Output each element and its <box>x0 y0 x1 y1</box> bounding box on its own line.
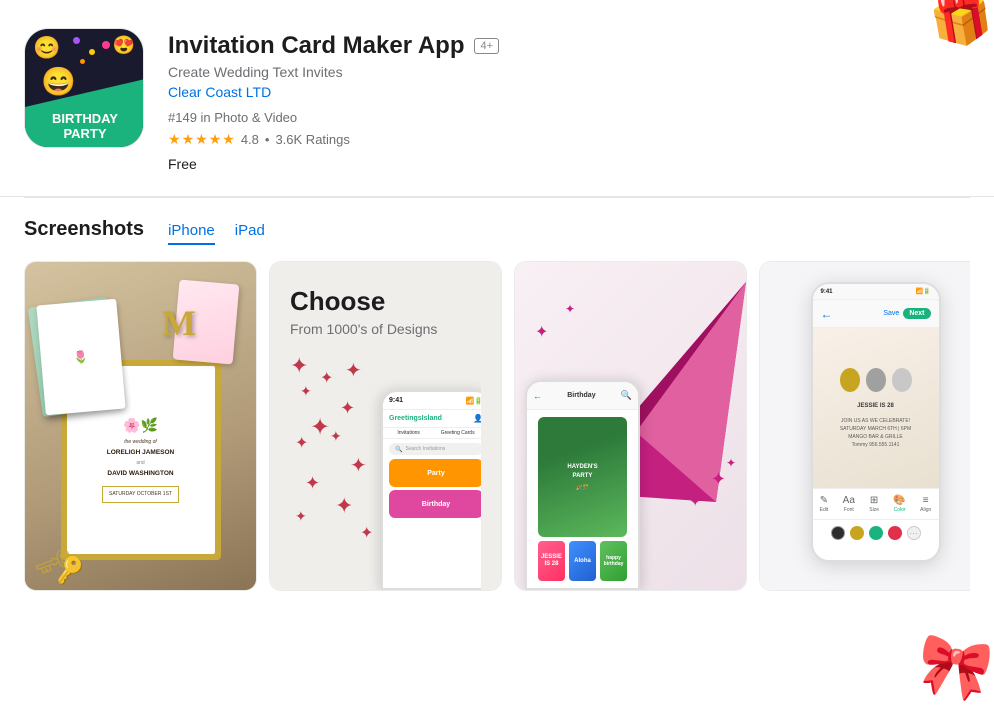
tab-iphone[interactable]: iPhone <box>168 222 215 245</box>
pm4-back-button[interactable]: ← <box>821 307 833 321</box>
pm4-tool-size[interactable]: ⊞ Size <box>869 495 879 513</box>
font-label: Font <box>844 507 854 513</box>
pm4-save-button[interactable]: Save <box>883 308 899 319</box>
screenshot-3-bg: ✦ ✦ ✦ ← Birthday 🔍 HAYDEN'SPARTY <box>515 262 746 590</box>
screenshots-header: Screenshots iPhone iPad <box>24 218 970 245</box>
pm3-header: ← Birthday 🔍 <box>527 382 638 410</box>
pm4-tool-edit[interactable]: ✎ Edit <box>820 495 829 513</box>
star-5: ★ <box>222 131 235 148</box>
screenshot-4-bg: 🎁 9:41 📶🔋 ← Save Next <box>760 262 970 590</box>
star-2: ★ <box>182 131 195 148</box>
star-4: ★ <box>209 131 222 148</box>
app-subtitle: Create Wedding Text Invites <box>168 64 970 80</box>
rating-count: • <box>265 132 270 147</box>
rating-row: ★ ★ ★ ★ ★ 4.8 • 3.6K Ratings <box>168 131 970 148</box>
app-icon-text: BIRTHDAYPARTY <box>52 112 118 141</box>
pm4-time: 9:41 <box>821 289 833 295</box>
app-title-row: Invitation Card Maker App 4+ <box>168 32 970 60</box>
price-label: Free <box>168 156 970 172</box>
star-1: ★ <box>168 131 181 148</box>
screenshot-4: 🎁 9:41 📶🔋 ← Save Next <box>759 261 970 591</box>
phone-mockup-3: ← Birthday 🔍 HAYDEN'SPARTY 🎉🎊 <box>525 380 640 590</box>
phone-card-birthday: Birthday <box>389 490 481 518</box>
card-birthday-label: Birthday <box>422 501 450 508</box>
phone-tab-row: Invitations Greeting Cards <box>383 428 481 439</box>
phone-tab-greeting[interactable]: Greeting Cards <box>441 430 475 436</box>
size-label: Size <box>869 507 879 513</box>
pm4-event-name: JESSIE IS 28 <box>857 402 894 411</box>
device-tabs: iPhone iPad <box>168 222 265 245</box>
rating-count-value: 3.6K Ratings <box>275 132 349 147</box>
pm4-topbar: ← Save Next <box>813 300 939 328</box>
star-3: ★ <box>195 131 208 148</box>
align-label: Align <box>920 507 931 513</box>
pm3-event-name: HAYDEN'SPARTY <box>567 463 597 481</box>
color-red[interactable] <box>888 526 902 540</box>
pm4-color-row: ··· <box>813 520 939 546</box>
ss2-choose-title: Choose <box>290 286 481 317</box>
phone-tab-invitations[interactable]: Invitations <box>397 430 420 436</box>
pm4-balloons <box>840 368 912 392</box>
color-teal[interactable] <box>869 526 883 540</box>
app-icon-wrapper: 😊 😍 😄 BIRTHDAYPARTY <box>24 28 144 148</box>
font-icon: Aa <box>843 495 855 506</box>
app-header: 😊 😍 😄 BIRTHDAYPARTY Invitation Card Make… <box>0 0 994 197</box>
color-dark[interactable] <box>831 526 845 540</box>
pm4-tool-color[interactable]: 🎨 Color <box>893 495 905 513</box>
phone-app-header: GreetingsIsland 👤 <box>383 410 481 428</box>
pm4-tool-font[interactable]: Aa Font <box>843 495 855 513</box>
phone-search-placeholder: Search Invitations <box>405 446 445 452</box>
emoji-icon-1: 😊 <box>33 35 60 61</box>
star-rating: ★ ★ ★ ★ ★ <box>168 131 235 148</box>
developer-link[interactable]: Clear Coast LTD <box>168 84 970 100</box>
balloon-gray <box>866 368 886 392</box>
emoji-icon-2: 😍 <box>113 35 135 56</box>
screenshot-1: 🌸🌿 the wedding of LORELIGH JAMESON and D… <box>24 261 257 591</box>
phone-mockup-4: 9:41 📶🔋 ← Save Next <box>811 282 941 562</box>
app-icon: 😊 😍 😄 BIRTHDAYPARTY <box>24 28 144 148</box>
color-more[interactable]: ··· <box>907 526 921 540</box>
age-rating-badge: 4+ <box>474 38 499 54</box>
app-ranking: #149 in Photo & Video <box>168 110 970 125</box>
screenshot-2-bg: Choose From 1000's of Designs ✦ ✦ ✦ ✦ ✦ … <box>270 262 501 590</box>
screenshot-1-bg: 🌸🌿 the wedding of LORELIGH JAMESON and D… <box>25 262 256 590</box>
phone-search-bar[interactable]: 🔍 Search Invitations <box>389 443 481 455</box>
screenshot-3: ✦ ✦ ✦ ← Birthday 🔍 HAYDEN'SPARTY <box>514 261 747 591</box>
size-icon: ⊞ <box>870 495 878 506</box>
emoji-icon-3: 😄 <box>41 65 76 98</box>
screenshots-section: Screenshots iPhone iPad 🌸🌿 the <box>0 198 994 607</box>
phone-status-bar: 9:41 📶🔋 <box>383 392 481 410</box>
phone-cards: Party Birthday <box>383 459 481 518</box>
app-info: Invitation Card Maker App 4+ Create Wedd… <box>168 28 970 172</box>
status-time: 9:41 <box>389 397 403 404</box>
edit-icon: ✎ <box>820 495 828 506</box>
balloon-gold <box>840 368 860 392</box>
screenshot-2: Choose From 1000's of Designs ✦ ✦ ✦ ✦ ✦ … <box>269 261 502 591</box>
ss2-choose-subtitle: From 1000's of Designs <box>290 321 481 337</box>
rating-number: 4.8 <box>241 132 259 147</box>
pm3-card-preview: HAYDEN'SPARTY 🎉🎊 <box>538 417 627 537</box>
pm4-canvas: JESSIE IS 28 JOIN US AS WE CELEBRATE! SA… <box>813 328 939 488</box>
edit-label: Edit <box>820 507 829 513</box>
pm3-category-title: Birthday <box>567 392 595 399</box>
color-gold[interactable] <box>850 526 864 540</box>
card-party-label: Party <box>427 470 445 477</box>
color-icon: 🎨 <box>893 495 905 506</box>
app-title: Invitation Card Maker App <box>168 32 464 60</box>
phone-card-party: Party <box>389 459 481 487</box>
pm4-event-details: JOIN US AS WE CELEBRATE! SATURDAY MARCH … <box>840 417 911 449</box>
pm4-next-button[interactable]: Next <box>903 308 930 319</box>
align-icon: ≡ <box>923 495 929 506</box>
pm4-toolbar: ✎ Edit Aa Font ⊞ Size 🎨 <box>813 488 939 520</box>
phone-mockup-2: 9:41 📶🔋 GreetingsIsland 👤 Invitations Gr… <box>381 390 481 590</box>
tab-ipad[interactable]: iPad <box>235 222 265 245</box>
pm4-tool-align[interactable]: ≡ Align <box>920 495 931 513</box>
app-logo: GreetingsIsland <box>389 415 442 422</box>
color-label: Color <box>894 507 906 513</box>
pm4-actions: Save Next <box>883 308 930 319</box>
screenshots-title: Screenshots <box>24 218 144 241</box>
pm3-content: HAYDEN'SPARTY 🎉🎊 JESSIEIS 28 Aloha happy… <box>527 410 638 588</box>
screenshots-scroll: 🌸🌿 the wedding of LORELIGH JAMESON and D… <box>24 261 970 591</box>
balloon-lt-gray <box>892 368 912 392</box>
